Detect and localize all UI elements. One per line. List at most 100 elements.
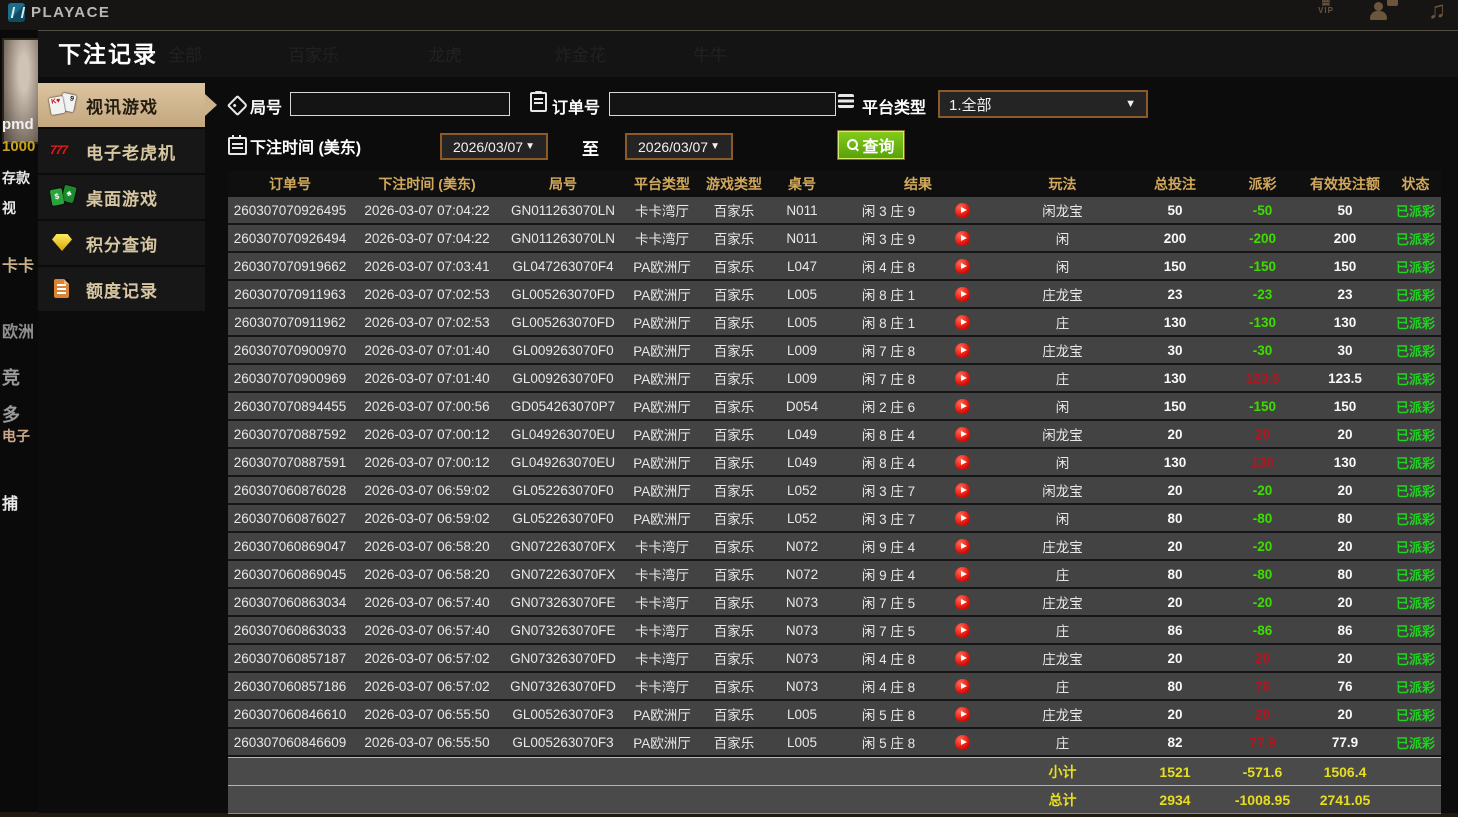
replay-icon[interactable]	[954, 678, 970, 694]
cell-platform: PA欧洲厅	[633, 288, 691, 303]
sidebar-item-电子老虎机[interactable]: 777 电子老虎机	[38, 129, 205, 173]
cell-valid-bet: 20	[1337, 538, 1353, 554]
cell-bet-time: 2026-03-07 06:58:20	[364, 566, 490, 582]
cell-order-id: 260307060857187	[233, 650, 347, 666]
column-header: 派彩	[1248, 176, 1277, 192]
cell-payout: -20	[1252, 538, 1273, 554]
cell-bet-method: 闲龙宝	[1042, 484, 1083, 499]
background-page-fragment: pmd 1000 存款视卡卡 欧洲竞多电子捕	[0, 30, 38, 812]
table-row: 260307070911963 2026-03-07 07:02:53 GL0052…	[228, 281, 1441, 309]
replay-icon[interactable]	[954, 706, 970, 722]
cell-result: 闲 8 庄 4	[836, 452, 1000, 472]
replay-icon[interactable]	[954, 230, 970, 246]
cell-total-bet: 82	[1167, 734, 1183, 750]
sidebar-item-积分查询[interactable]: 积分查询	[38, 221, 205, 265]
cell-bet-method: 闲	[1055, 400, 1070, 415]
sidebar-item-额度记录[interactable]: 额度记录	[38, 267, 205, 311]
background-menu-fragment: 存款	[2, 170, 30, 186]
cell-total-bet: 23	[1167, 286, 1183, 302]
replay-icon[interactable]	[954, 370, 970, 386]
cell-result: 闲 5 庄 8	[836, 732, 1000, 752]
cell-status: 已派彩	[1395, 679, 1435, 695]
result-text: 闲 8 庄 4	[861, 456, 916, 471]
replay-icon[interactable]	[954, 314, 970, 330]
cell-game-type: 百家乐	[713, 456, 755, 471]
replay-icon[interactable]	[954, 454, 970, 470]
date-to-select[interactable]: 2026/03/07 ▼	[625, 133, 733, 160]
cell-bet-time: 2026-03-07 06:58:20	[364, 538, 490, 554]
result-text: 闲 7 庄 8	[861, 344, 916, 359]
filter-panel: 局号 订单号 平台类型 1.全部 ▼ 下注时间 (美东) 2026/03/07 …	[205, 77, 1458, 171]
cell-table-no: N072	[785, 538, 819, 554]
replay-icon[interactable]	[954, 286, 970, 302]
vip-icon[interactable]: ♛ VIP	[1318, 0, 1334, 26]
date-from-select[interactable]: 2026/03/07 ▼	[440, 133, 548, 160]
cell-valid-bet: 20	[1337, 482, 1353, 498]
replay-button-wrap	[941, 566, 983, 582]
cell-table-no: N073	[785, 594, 819, 610]
music-icon[interactable]: ♫	[1428, 0, 1446, 26]
replay-icon[interactable]	[954, 342, 970, 358]
replay-icon[interactable]	[954, 650, 970, 666]
cell-table-no: N011	[786, 202, 818, 218]
column-header: 有效投注额	[1310, 176, 1380, 192]
cell-platform: PA欧洲厅	[633, 400, 691, 415]
cell-table-no: L052	[786, 510, 818, 526]
search-button[interactable]: 查询	[837, 130, 905, 160]
cell-order-id: 260307060857186	[233, 678, 347, 694]
cell-table-no: N073	[785, 622, 819, 638]
cell-status: 已派彩	[1395, 231, 1435, 247]
replay-icon[interactable]	[954, 734, 970, 750]
cell-table-no: L009	[786, 342, 818, 358]
replay-icon[interactable]	[954, 398, 970, 414]
replay-button-wrap	[941, 454, 983, 470]
cell-table-no: L049	[786, 454, 818, 470]
cell-bet-time: 2026-03-07 07:02:53	[364, 314, 490, 330]
cell-order-id: 260307070887591	[233, 454, 347, 470]
cell-game-type: 百家乐	[713, 260, 755, 275]
ghost-tab: 牛牛	[693, 46, 727, 65]
footer-payout: -1008.95	[1234, 791, 1291, 808]
cell-payout: 77.9	[1249, 734, 1276, 750]
round-id-input[interactable]	[290, 92, 510, 116]
result-text: 闲 2 庄 6	[861, 400, 916, 415]
cell-platform: 卡卡湾厅	[635, 540, 689, 555]
replay-icon[interactable]	[954, 566, 970, 582]
replay-icon[interactable]	[954, 202, 970, 218]
playace-logo-text: PLAYACE	[31, 4, 111, 21]
platform-select[interactable]: 1.全部 ▼	[938, 90, 1148, 118]
cell-total-bet: 30	[1167, 342, 1183, 358]
cell-bet-method: 庄	[1055, 624, 1070, 639]
replay-icon[interactable]	[954, 482, 970, 498]
cell-payout: 123.5	[1245, 370, 1280, 386]
customer-service-icon[interactable]	[1368, 0, 1398, 22]
cell-total-bet: 20	[1167, 538, 1183, 554]
replay-icon[interactable]	[954, 258, 970, 274]
cell-bet-time: 2026-03-07 07:00:56	[364, 398, 490, 414]
cell-payout: -150	[1248, 258, 1277, 274]
playace-logo[interactable]: PLAYACE	[8, 3, 110, 22]
result-text: 闲 4 庄 8	[861, 652, 916, 667]
cell-order-id: 260307060863034	[233, 594, 347, 610]
cell-bet-method: 庄	[1055, 680, 1070, 695]
replay-icon[interactable]	[954, 622, 970, 638]
replay-button-wrap	[941, 594, 983, 610]
cell-game-type: 百家乐	[713, 484, 755, 499]
replay-icon[interactable]	[954, 594, 970, 610]
sidebar-item-桌面游戏[interactable]: ♣ $ 桌面游戏	[38, 175, 205, 219]
cell-result: 闲 3 庄 9	[836, 228, 1000, 248]
result-text: 闲 8 庄 1	[861, 288, 916, 303]
replay-icon[interactable]	[954, 510, 970, 526]
person-head	[1374, 2, 1383, 11]
cell-game-type: 百家乐	[713, 680, 755, 695]
replay-icon[interactable]	[954, 538, 970, 554]
cell-bet-time: 2026-03-07 07:04:22	[364, 202, 490, 218]
cell-payout: 130	[1251, 454, 1274, 470]
replay-icon[interactable]	[954, 426, 970, 442]
sidebar-item-label: 视讯游戏	[86, 97, 158, 117]
cell-game-type: 百家乐	[713, 288, 755, 303]
table-row: 260307060857187 2026-03-07 06:57:02 GN0732…	[228, 645, 1441, 673]
cell-payout: 20	[1254, 426, 1271, 442]
sidebar-item-视讯游戏[interactable]: 9 K♥ 视讯游戏	[38, 83, 217, 127]
order-id-input[interactable]	[609, 92, 836, 116]
